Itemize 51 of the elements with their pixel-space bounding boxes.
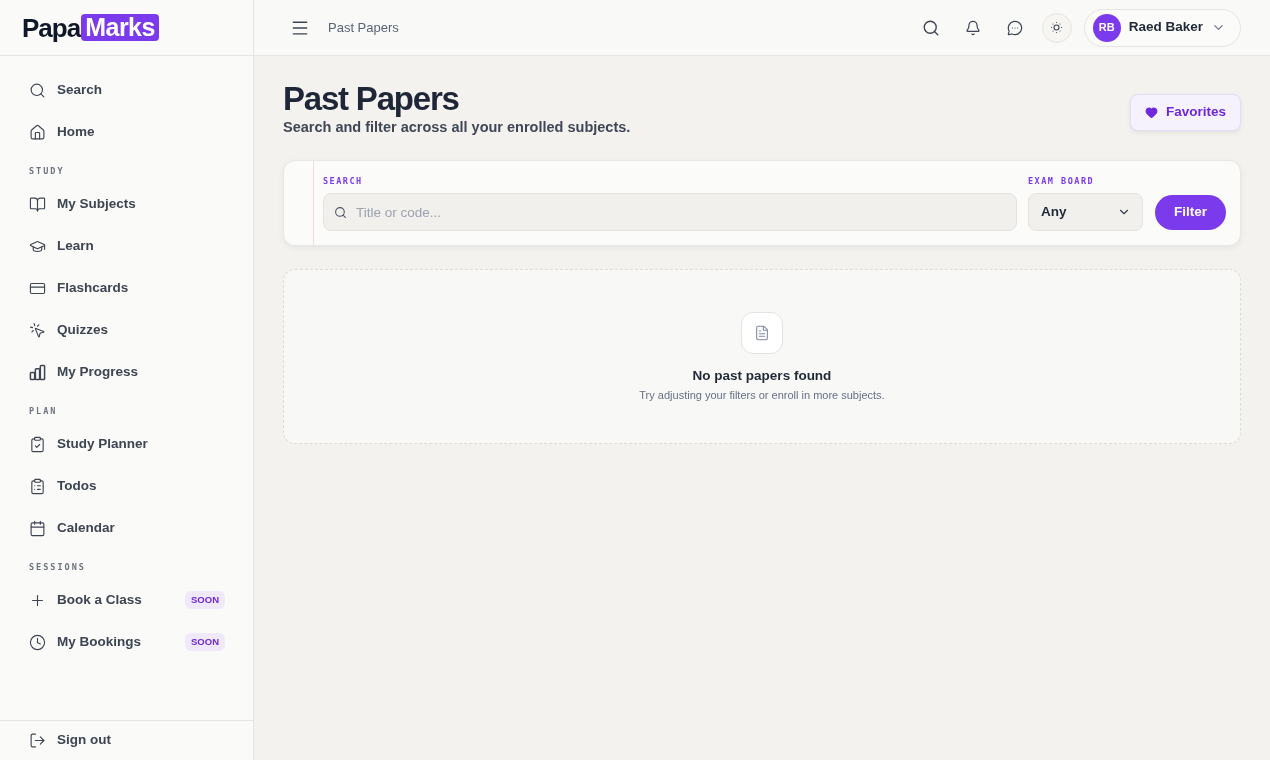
open-book-icon	[29, 195, 46, 213]
logo-text: Papa	[22, 14, 81, 41]
nav-item[interactable]: Home	[0, 111, 253, 153]
search-icon	[334, 205, 347, 219]
logo-badge: Marks	[81, 14, 159, 41]
house-icon	[29, 123, 46, 141]
section-heading: PLAN	[29, 406, 58, 416]
calendar-icon	[29, 519, 46, 537]
filter-button[interactable]: Filter	[1155, 195, 1226, 230]
nav-item[interactable]: My Subjects	[0, 183, 253, 225]
empty-state-title: No past papers found	[692, 367, 832, 385]
search-field[interactable]: Title or code...	[323, 193, 1017, 231]
section-heading: SESSIONS	[29, 562, 86, 572]
nav-item[interactable]: Study Planner	[0, 423, 253, 465]
page-subtitle: Search and filter across all your enrolled subjects.	[283, 118, 631, 136]
sun-icon	[1049, 20, 1065, 35]
chat-bubble-icon	[1006, 19, 1023, 36]
user-avatar: RB	[1092, 13, 1121, 42]
nav-item[interactable]: Search	[0, 69, 253, 111]
search-icon	[921, 18, 940, 37]
nav-item[interactable]: My Bookings SOON	[0, 621, 253, 663]
nav-item[interactable]: Book a Class SOON	[0, 579, 253, 621]
sign-out-icon	[29, 732, 46, 749]
heart-icon	[1144, 106, 1158, 119]
theme-toggle-button[interactable]	[1041, 12, 1072, 43]
sign-out-link[interactable]: Sign out	[0, 730, 111, 751]
clipboard-check-icon	[29, 435, 46, 453]
nav-item[interactable]: Quizzes	[0, 309, 253, 351]
search-icon	[29, 81, 46, 99]
exam-board-label: EXAM BOARD	[1028, 176, 1095, 186]
cursor-click-icon	[29, 321, 46, 339]
bar-chart-icon	[29, 363, 46, 381]
nav-item[interactable]: Learn	[0, 225, 253, 267]
favorites-button[interactable]: Favorites	[1129, 94, 1241, 131]
section-heading: STUDY	[29, 166, 65, 176]
nav-item[interactable]: Calendar	[0, 507, 253, 549]
breadcrumb: Past Papers	[328, 18, 399, 37]
clock-icon	[29, 633, 46, 651]
clipboard-list-icon	[29, 477, 46, 495]
empty-state-message: Try adjusting your filters or enroll in more subjects.	[639, 388, 885, 404]
document-icon	[741, 312, 783, 354]
nav-item[interactable]: Todos	[0, 465, 253, 507]
coming-soon-badge: SOON	[185, 590, 225, 610]
coming-soon-badge: SOON	[185, 632, 225, 652]
user-menu-button[interactable]: RB Raed Baker	[1083, 8, 1241, 47]
search-label: SEARCH	[323, 176, 363, 186]
nav-item[interactable]: Flashcards	[0, 267, 253, 309]
nav-item[interactable]: My Progress	[0, 351, 253, 393]
page-title: Past Papers	[283, 80, 459, 118]
bell-icon	[964, 19, 981, 36]
exam-board-select[interactable]: Any	[1028, 193, 1143, 231]
